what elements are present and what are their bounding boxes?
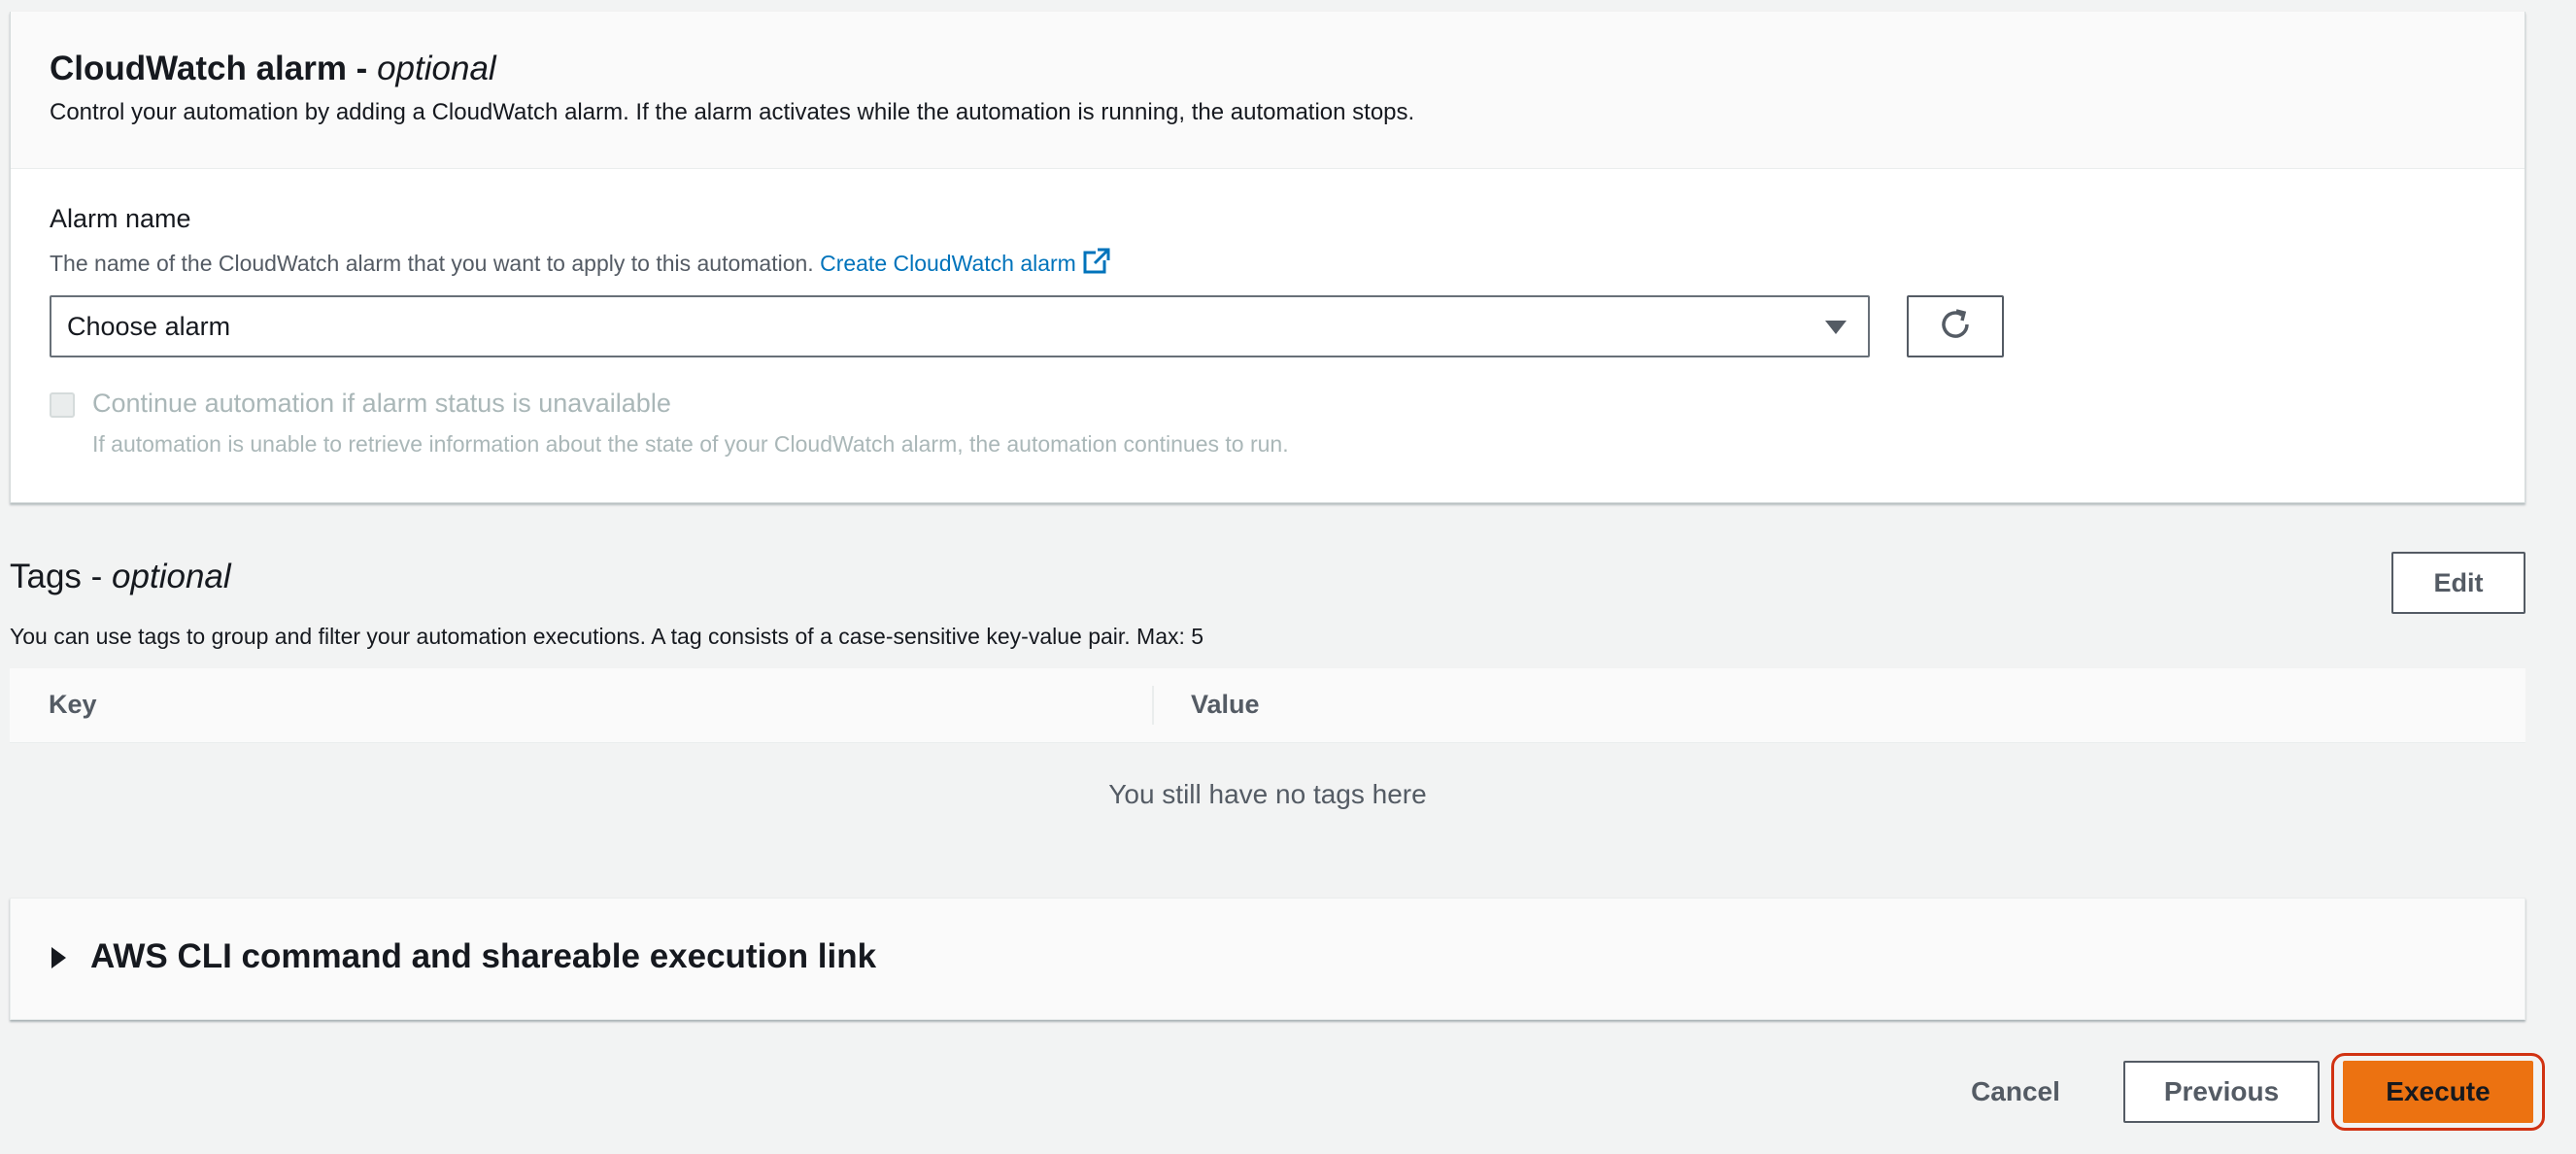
tags-empty-message: You still have no tags here — [1108, 779, 1427, 809]
alarm-select-value: Choose alarm — [67, 312, 231, 341]
caret-right-icon — [51, 947, 66, 968]
cancel-button[interactable]: Cancel — [1952, 1070, 2079, 1113]
optional-label: optional — [112, 558, 231, 595]
create-cloudwatch-alarm-link[interactable]: Create CloudWatch alarm — [820, 248, 1111, 276]
column-divider — [1152, 686, 1154, 725]
external-link-icon — [1082, 247, 1111, 282]
aws-cli-section-title: AWS CLI command and shareable execution … — [90, 937, 877, 975]
alarm-name-label: Alarm name — [50, 204, 191, 233]
optional-label: optional — [377, 50, 496, 87]
refresh-icon — [1938, 307, 1973, 347]
cloudwatch-alarm-panel: CloudWatch alarm - optional Control your… — [10, 12, 2525, 503]
column-header-value: Value — [1191, 690, 1260, 719]
continue-automation-description: If automation is unable to retrieve info… — [92, 431, 1289, 457]
tags-description: You can use tags to group and filter you… — [10, 624, 1204, 649]
previous-button[interactable]: Previous — [2123, 1061, 2320, 1123]
continue-automation-checkbox[interactable] — [50, 392, 75, 418]
continue-automation-label: Continue automation if alarm status is u… — [92, 389, 671, 418]
alarm-name-description: The name of the CloudWatch alarm that yo… — [50, 247, 1111, 282]
edit-tags-button[interactable]: Edit — [2391, 552, 2525, 614]
cloudwatch-alarm-description: Control your automation by adding a Clou… — [50, 99, 1415, 125]
alarm-select[interactable]: Choose alarm — [50, 295, 1870, 357]
column-header-key: Key — [49, 690, 97, 719]
tags-title: Tags - optional — [10, 558, 231, 595]
cloudwatch-alarm-header: CloudWatch alarm - optional Control your… — [11, 12, 2525, 169]
execute-button[interactable]: Execute — [2343, 1061, 2533, 1123]
aws-cli-expandable-section[interactable]: AWS CLI command and shareable execution … — [10, 898, 2525, 1020]
refresh-button[interactable] — [1907, 295, 2004, 357]
caret-down-icon — [1825, 321, 1847, 334]
cloudwatch-alarm-title: CloudWatch alarm - optional — [50, 50, 496, 87]
tags-table-header: Key Value — [10, 668, 2525, 743]
